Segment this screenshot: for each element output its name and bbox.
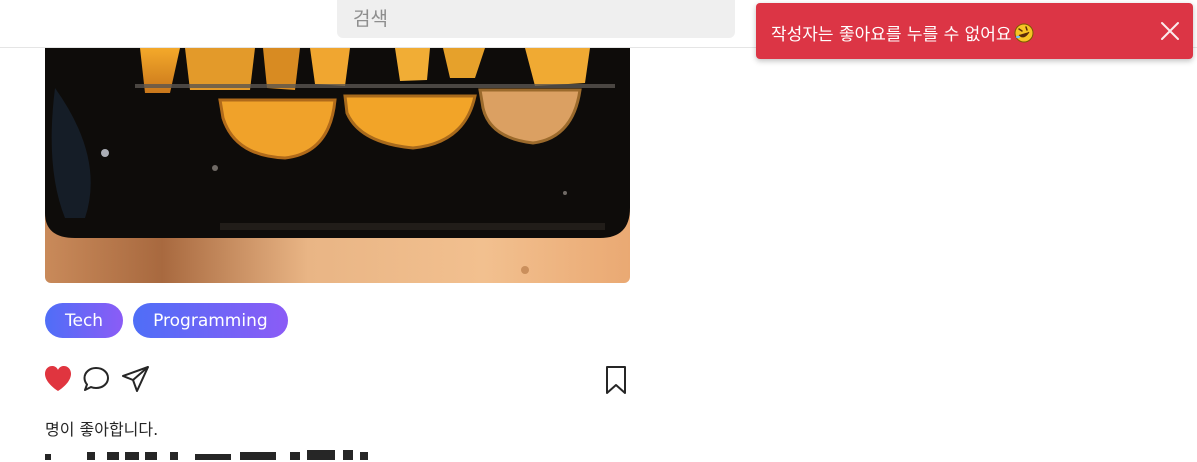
toast-message: 작성자는 좋아요를 누를 수 없어요 bbox=[771, 25, 1012, 45]
likes-count-text: 명이 좋아합니다. bbox=[45, 420, 159, 439]
tag-programming[interactable]: Programming bbox=[133, 303, 288, 338]
caption-preview bbox=[45, 446, 375, 462]
tag-list: Tech Programming bbox=[45, 303, 288, 338]
heart-icon[interactable] bbox=[43, 365, 73, 397]
toast-message-row: 작성자는 좋아요를 누를 수 없어요 bbox=[771, 20, 1034, 48]
post-image bbox=[45, 48, 630, 283]
close-icon[interactable] bbox=[1159, 20, 1181, 42]
rolling-on-floor-laughing-emoji-icon bbox=[1014, 23, 1034, 48]
bookmark-icon[interactable] bbox=[603, 365, 629, 399]
post-actions bbox=[43, 365, 633, 395]
search-input[interactable] bbox=[337, 0, 735, 38]
comment-bubble-icon[interactable] bbox=[82, 365, 112, 397]
tag-tech[interactable]: Tech bbox=[45, 303, 124, 338]
error-toast: 작성자는 좋아요를 누를 수 없어요 bbox=[756, 3, 1193, 59]
paper-plane-icon[interactable] bbox=[121, 365, 151, 397]
